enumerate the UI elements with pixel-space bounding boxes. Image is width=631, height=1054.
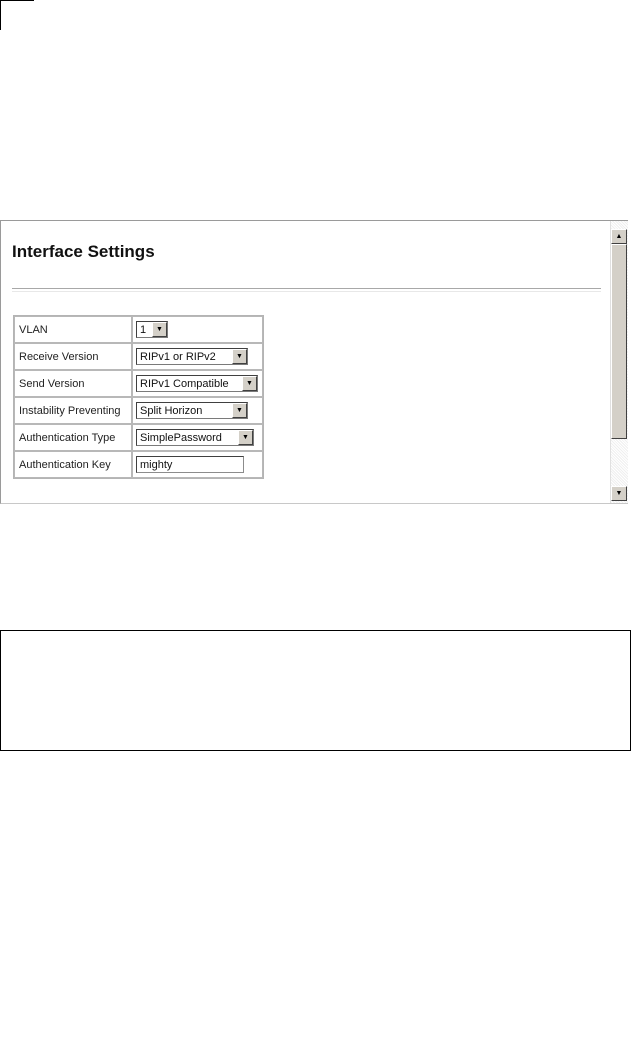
table-row-authentication-key: Authentication Key — [14, 451, 263, 478]
vlan-select[interactable]: 1 ▼ — [136, 321, 168, 338]
send-version-select[interactable]: RIPv1 Compatible ▼ — [136, 375, 258, 392]
arrow-up-icon[interactable]: ▲ — [611, 229, 627, 244]
authentication-type-label: Authentication Type — [14, 424, 132, 451]
send-version-select-value: RIPv1 Compatible — [140, 377, 229, 390]
arrow-down-icon[interactable]: ▼ — [611, 486, 627, 501]
authentication-key-label: Authentication Key — [14, 451, 132, 478]
table-row-receive-version: Receive Version RIPv1 or RIPv2 ▼ — [14, 343, 263, 370]
vlan-label: VLAN — [14, 316, 132, 343]
chevron-down-icon[interactable]: ▼ — [152, 322, 167, 337]
vlan-select-value: 1 — [140, 323, 147, 336]
table-row-authentication-type: Authentication Type SimplePassword ▼ — [14, 424, 263, 451]
settings-table: VLAN 1 ▼ Receive Version RIPv1 or RIPv2 … — [13, 315, 264, 479]
receive-version-select[interactable]: RIPv1 or RIPv2 ▼ — [136, 348, 248, 365]
receive-version-label: Receive Version — [14, 343, 132, 370]
title-divider — [12, 288, 601, 292]
chevron-down-icon[interactable]: ▼ — [232, 349, 247, 364]
chevron-down-icon[interactable]: ▼ — [238, 430, 253, 445]
chevron-down-icon[interactable]: ▼ — [232, 403, 247, 418]
interface-settings-window: Interface Settings VLAN 1 ▼ Receive Vers… — [0, 220, 628, 504]
table-row-send-version: Send Version RIPv1 Compatible ▼ — [14, 370, 263, 397]
receive-version-select-value: RIPv1 or RIPv2 — [140, 350, 216, 363]
instability-preventing-select-value: Split Horizon — [140, 404, 203, 417]
vertical-scrollbar[interactable]: ▲ ▼ — [610, 221, 628, 503]
authentication-type-select[interactable]: SimplePassword ▼ — [136, 429, 254, 446]
page-title: Interface Settings — [12, 242, 155, 261]
instability-preventing-label: Instability Preventing — [14, 397, 132, 424]
crop-mark-horizontal — [0, 0, 34, 1]
empty-note-box — [0, 630, 631, 751]
table-row-vlan: VLAN 1 ▼ — [14, 316, 263, 343]
authentication-type-select-value: SimplePassword — [140, 431, 222, 444]
chevron-down-icon[interactable]: ▼ — [242, 376, 257, 391]
table-row-instability-preventing: Instability Preventing Split Horizon ▼ — [14, 397, 263, 424]
scrollbar-thumb[interactable] — [611, 244, 627, 439]
crop-mark-vertical — [0, 0, 1, 30]
authentication-key-input[interactable] — [136, 456, 244, 473]
send-version-label: Send Version — [14, 370, 132, 397]
instability-preventing-select[interactable]: Split Horizon ▼ — [136, 402, 248, 419]
